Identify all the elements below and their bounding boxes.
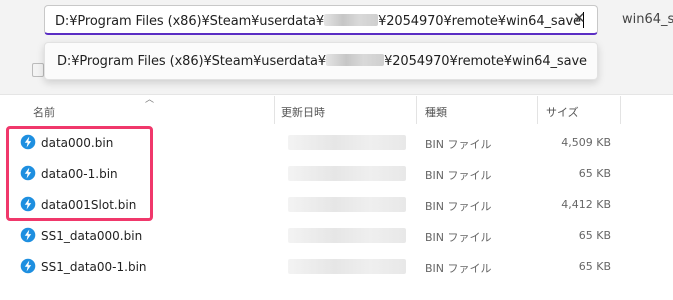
file-size: 4,509 KB [561, 136, 611, 149]
column-divider[interactable] [537, 96, 538, 124]
file-date-redacted [288, 135, 406, 150]
column-date[interactable]: 更新日時 [281, 104, 325, 120]
file-date-redacted [288, 197, 406, 212]
file-name: SS1_data00-1.bin [41, 260, 147, 274]
file-size: 65 KB [578, 229, 611, 242]
column-divider[interactable] [274, 96, 275, 124]
column-size[interactable]: サイズ [546, 104, 579, 120]
tab-win64-save[interactable]: win64_sa [622, 12, 673, 27]
highlight-box [6, 126, 153, 221]
suggestion-item[interactable]: D:¥Program Files (x86)¥Steam¥userdata¥ ¥2… [57, 54, 587, 69]
address-path[interactable]: D:¥Program Files (x86)¥Steam¥userdata¥ ¥2… [55, 12, 584, 29]
column-divider[interactable] [416, 96, 417, 124]
file-name: SS1_data000.bin [41, 229, 143, 243]
file-size: 65 KB [578, 260, 611, 273]
column-divider[interactable] [620, 96, 621, 124]
file-type: BIN ファイル [425, 200, 492, 213]
file-date-redacted [288, 259, 406, 274]
file-type: BIN ファイル [425, 231, 492, 244]
file-row[interactable]: SS1_data000.bin BIN ファイル 65 KB [0, 221, 673, 252]
address-bar[interactable]: D:¥Program Files (x86)¥Steam¥userdata¥ ¥2… [44, 5, 598, 35]
chevron-up-icon[interactable]: ︿ [145, 92, 154, 105]
close-icon[interactable]: ✕ [573, 9, 586, 27]
file-type: BIN ファイル [425, 169, 492, 182]
file-date-redacted [288, 228, 406, 243]
lightning-bolt-icon [20, 227, 36, 243]
lightning-bolt-icon [20, 258, 36, 274]
file-row[interactable]: SS1_data00-1.bin BIN ファイル 65 KB [0, 252, 673, 283]
column-name[interactable]: 名前 [33, 104, 55, 120]
file-type: BIN ファイル [425, 262, 492, 275]
address-suggestion-dropdown[interactable]: D:¥Program Files (x86)¥Steam¥userdata¥ ¥2… [44, 42, 598, 80]
redacted-user-id [324, 14, 379, 26]
copy-icon[interactable] [32, 63, 44, 77]
redacted-user-id [326, 54, 385, 66]
file-size: 65 KB [578, 167, 611, 180]
column-type[interactable]: 種類 [425, 104, 447, 120]
file-type: BIN ファイル [425, 138, 492, 151]
file-date-redacted [288, 166, 406, 181]
file-size: 4,412 KB [561, 198, 611, 211]
